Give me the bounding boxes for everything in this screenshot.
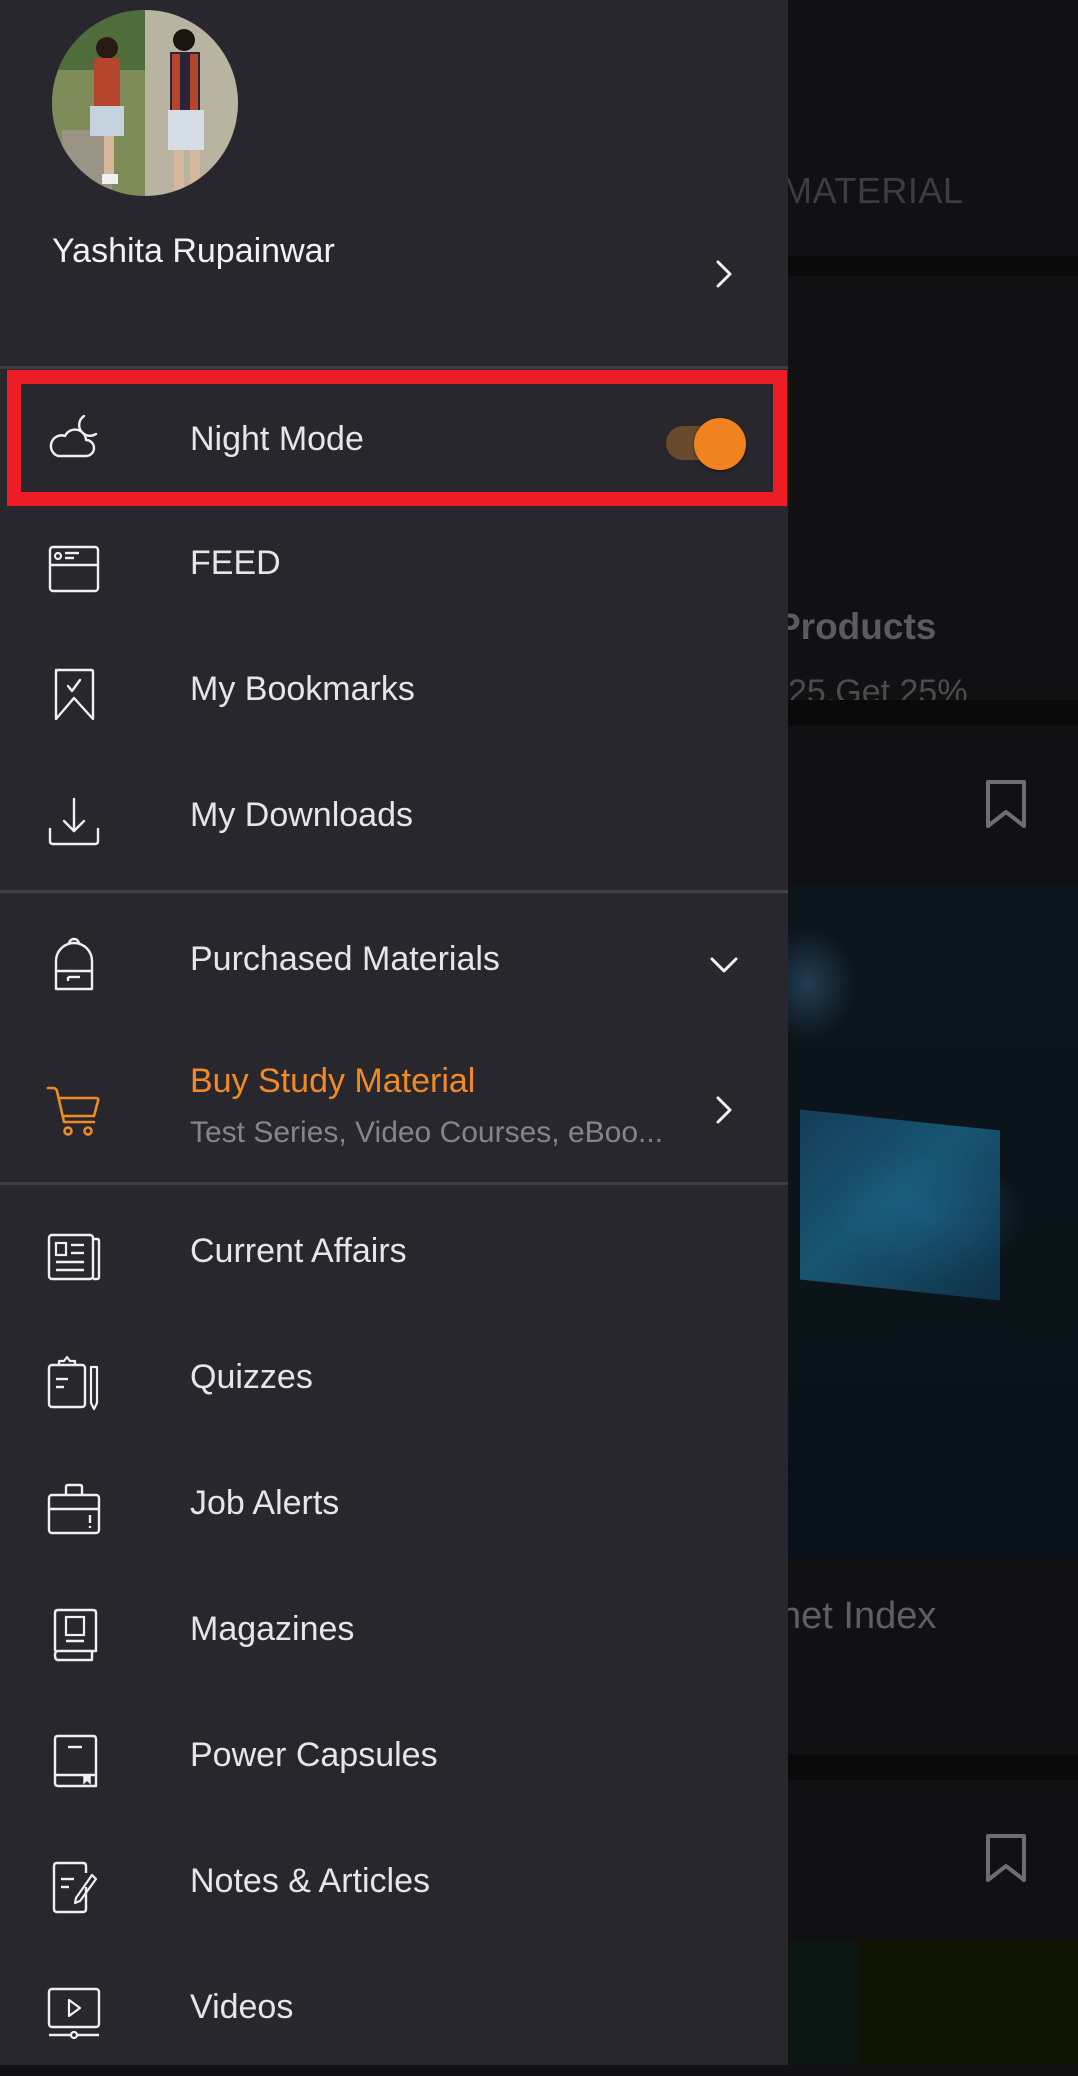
- menu-item-quizzes[interactable]: Quizzes: [0, 1320, 788, 1446]
- menu-item-buy-study-material[interactable]: Buy Study Material Test Series, Video Co…: [0, 1040, 788, 1180]
- briefcase-alert-icon: [47, 1483, 101, 1535]
- menu-item-label: My Downloads: [190, 796, 413, 834]
- divider: [0, 890, 788, 893]
- night-mode-toggle[interactable]: [664, 418, 748, 470]
- menu-item-label: Current Affairs: [190, 1232, 407, 1270]
- clipboard-pencil-icon: [47, 1355, 99, 1411]
- article-image-detail: [800, 1109, 1000, 1301]
- avatar-photo: [52, 10, 238, 196]
- article-title: net Index: [780, 1595, 937, 1637]
- menu-item-label: Job Alerts: [190, 1484, 340, 1522]
- chevron-down-icon[interactable]: [706, 947, 742, 983]
- menu-item-label: Magazines: [190, 1610, 355, 1648]
- menu-item-label: Videos: [190, 1988, 294, 2026]
- menu-item-label: My Bookmarks: [190, 670, 415, 708]
- newspaper-icon: [47, 1233, 101, 1281]
- cloud-moon-icon: [49, 414, 98, 458]
- menu-item-label: FEED: [190, 544, 281, 582]
- divider: [0, 366, 788, 369]
- bookmark-icon[interactable]: [984, 1832, 1028, 1884]
- menu-item-label: Notes & Articles: [190, 1862, 430, 1900]
- menu-item-magazines[interactable]: Magazines: [0, 1572, 788, 1698]
- menu-item-power-capsules[interactable]: Power Capsules: [0, 1698, 788, 1824]
- feed-icon: [48, 545, 100, 593]
- download-icon: [48, 797, 100, 846]
- divider: [0, 1182, 788, 1185]
- magazine-icon: [53, 1608, 98, 1662]
- avatar[interactable]: [52, 10, 238, 196]
- cart-icon: [46, 1086, 100, 1136]
- menu-item-purchased-materials[interactable]: Purchased Materials: [0, 902, 788, 1028]
- tab-study-material[interactable]: MATERIAL: [782, 170, 963, 212]
- note-edit-icon: [52, 1861, 98, 1914]
- bookmark-icon[interactable]: [984, 778, 1028, 830]
- next-article-image-edge: [788, 1940, 860, 2065]
- menu-item-label: Power Capsules: [190, 1736, 438, 1774]
- menu-item-downloads[interactable]: My Downloads: [0, 758, 788, 884]
- buy-study-material-label: Buy Study Material: [190, 1062, 476, 1100]
- products-card-title: Products: [776, 606, 937, 647]
- menu-item-label: Quizzes: [190, 1358, 313, 1396]
- bookmark-check-icon: [54, 668, 95, 721]
- night-mode-label: Night Mode: [190, 420, 364, 458]
- menu-item-label: Purchased Materials: [190, 940, 500, 978]
- menu-item-videos[interactable]: Videos: [0, 1950, 788, 2076]
- backpack-icon: [54, 937, 94, 991]
- menu-item-job-alerts[interactable]: Job Alerts: [0, 1446, 788, 1572]
- menu-item-current-affairs[interactable]: Current Affairs: [0, 1194, 788, 1320]
- navigation-drawer: Yashita Rupainwar Night Mode FEED My Boo…: [0, 0, 788, 2065]
- chevron-right-icon[interactable]: [706, 1092, 742, 1128]
- menu-item-notes-articles[interactable]: Notes & Articles: [0, 1824, 788, 1950]
- toggle-thumb: [694, 418, 746, 470]
- chevron-right-icon[interactable]: [706, 256, 742, 292]
- user-name[interactable]: Yashita Rupainwar: [52, 232, 335, 271]
- video-icon: [47, 1987, 101, 2040]
- buy-study-material-subtitle: Test Series, Video Courses, eBoo...: [190, 1116, 664, 1149]
- menu-item-bookmarks[interactable]: My Bookmarks: [0, 632, 788, 758]
- menu-item-feed[interactable]: FEED: [0, 506, 788, 632]
- book-icon: [53, 1734, 98, 1788]
